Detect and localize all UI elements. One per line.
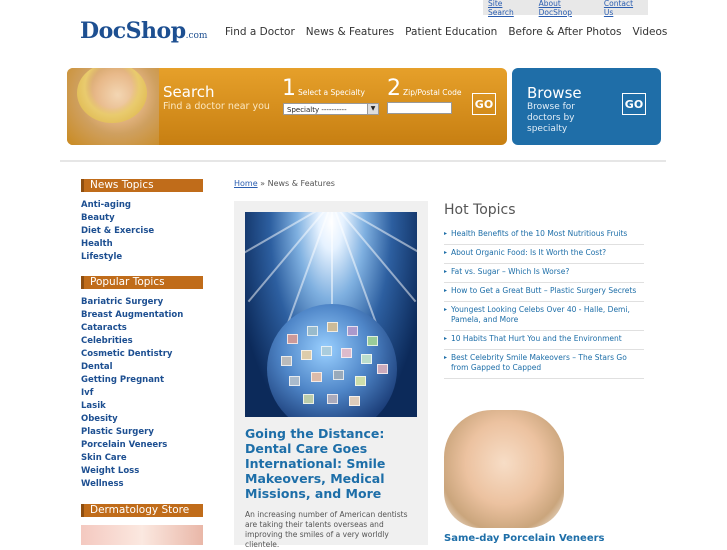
- popular-topic-link[interactable]: Dental: [81, 361, 183, 374]
- popular-topics-heading: Popular Topics: [81, 276, 203, 289]
- popular-topic-link[interactable]: Lasik: [81, 400, 183, 413]
- globe-photo: [349, 396, 360, 406]
- docshop-logo[interactable]: DocShop.com: [80, 18, 207, 44]
- site-search-link[interactable]: Site Search: [483, 0, 534, 17]
- search-banner: Search Find a doctor near you 1 Select a…: [67, 68, 507, 145]
- globe-photo: [333, 370, 344, 380]
- step-1-label: Select a Specialty: [298, 88, 365, 97]
- utility-bar: Site Search About DocShop Contact Us: [483, 0, 648, 17]
- hot-topic-link[interactable]: How to Get a Great Butt – Plastic Surger…: [444, 283, 644, 302]
- globe-icon: [267, 304, 397, 417]
- step-2-label: Zip/Postal Code: [403, 88, 462, 97]
- popular-topic-link[interactable]: Ivf: [81, 387, 183, 400]
- globe-photo: [307, 326, 318, 336]
- popular-topic-link[interactable]: Breast Augmentation: [81, 309, 183, 322]
- globe-photo: [289, 376, 300, 386]
- dermatology-store-heading[interactable]: Dermatology Store: [81, 504, 203, 517]
- popular-topic-link[interactable]: Bariatric Surgery: [81, 296, 183, 309]
- main-nav: Find a Doctor News & Features Patient Ed…: [225, 26, 678, 38]
- globe-photo: [361, 354, 372, 364]
- specialty-select-value: Specialty ----------: [287, 106, 347, 114]
- popular-topic-link[interactable]: Skin Care: [81, 452, 183, 465]
- browse-banner: Browse Browse for doctors by specialty G…: [512, 68, 661, 145]
- contact-us-link[interactable]: Contact Us: [599, 0, 648, 17]
- nav-news-features[interactable]: News & Features: [306, 26, 394, 38]
- hot-topic-link[interactable]: 10 Habits That Hurt You and the Environm…: [444, 331, 644, 350]
- chevron-down-icon: ▼: [367, 104, 378, 114]
- nav-before-after-photos[interactable]: Before & After Photos: [508, 26, 621, 38]
- popular-topic-link[interactable]: Celebrities: [81, 335, 183, 348]
- popular-topic-link[interactable]: Cosmetic Dentistry: [81, 348, 183, 361]
- news-topic-link[interactable]: Lifestyle: [81, 251, 154, 264]
- popular-topic-link[interactable]: Porcelain Veneers: [81, 439, 183, 452]
- feature-globe-image[interactable]: [245, 212, 417, 417]
- logo-suffix: .com: [185, 31, 208, 41]
- globe-photo: [377, 364, 388, 374]
- news-topic-link[interactable]: Beauty: [81, 212, 154, 225]
- popular-topic-link[interactable]: Wellness: [81, 478, 183, 491]
- step-2-number: 2: [387, 76, 401, 101]
- globe-photo: [355, 376, 366, 386]
- search-go-button[interactable]: GO: [472, 93, 496, 115]
- hot-topic-link[interactable]: Fat vs. Sugar – Which Is Worse?: [444, 264, 644, 283]
- browse-go-button[interactable]: GO: [622, 93, 646, 115]
- popular-topic-link[interactable]: Obesity: [81, 413, 183, 426]
- header-divider: [60, 160, 666, 162]
- popular-topics-list: Bariatric Surgery Breast Augmentation Ca…: [81, 296, 183, 491]
- nav-patient-education[interactable]: Patient Education: [405, 26, 497, 38]
- globe-photo: [327, 394, 338, 404]
- feature-headline-link[interactable]: Going the Distance: Dental Care Goes Int…: [245, 426, 420, 501]
- globe-photo: [327, 322, 338, 332]
- breadcrumb-home-link[interactable]: Home: [234, 179, 258, 188]
- news-topics-list: Anti-aging Beauty Diet & Exercise Health…: [81, 199, 154, 264]
- smile-promo-image[interactable]: [444, 410, 564, 528]
- browse-title: Browse: [527, 84, 582, 102]
- light-ray: [245, 212, 333, 268]
- veneers-promo-link[interactable]: Same-day Porcelain Veneers: [444, 533, 605, 544]
- logo-text: DocShop: [80, 18, 186, 44]
- news-topics-heading: News Topics: [81, 179, 203, 192]
- news-topic-link[interactable]: Anti-aging: [81, 199, 154, 212]
- globe-photo: [321, 346, 332, 356]
- woman-hair: [77, 68, 147, 123]
- hot-topics-list: Health Benefits of the 10 Most Nutritiou…: [444, 226, 644, 379]
- globe-photo: [367, 336, 378, 346]
- hot-topic-link[interactable]: Best Celebrity Smile Makeovers – The Sta…: [444, 350, 644, 379]
- hot-topic-link[interactable]: About Organic Food: Is It Worth the Cost…: [444, 245, 644, 264]
- news-topic-link[interactable]: Diet & Exercise: [81, 225, 154, 238]
- news-topic-link[interactable]: Health: [81, 238, 154, 251]
- hot-topic-link[interactable]: Youngest Looking Celebs Over 40 - Halle,…: [444, 302, 644, 331]
- breadcrumb-separator: »: [257, 179, 268, 188]
- specialty-select[interactable]: Specialty ---------- ▼: [283, 103, 379, 115]
- search-title: Search: [163, 83, 215, 101]
- globe-photo: [311, 372, 322, 382]
- breadcrumb: Home » News & Features: [234, 179, 335, 188]
- popular-topic-link[interactable]: Cataracts: [81, 322, 183, 335]
- search-subtitle: Find a doctor near you: [163, 101, 270, 112]
- globe-photo: [287, 334, 298, 344]
- dermatology-store-image[interactable]: [81, 525, 203, 545]
- woman-photo: [67, 68, 159, 145]
- hot-topics-heading: Hot Topics: [444, 202, 516, 218]
- globe-photo: [347, 326, 358, 336]
- nav-find-a-doctor[interactable]: Find a Doctor: [225, 26, 295, 38]
- nav-videos[interactable]: Videos: [633, 26, 668, 38]
- globe-photo: [281, 356, 292, 366]
- globe-photo: [341, 348, 352, 358]
- zip-input[interactable]: [387, 102, 452, 114]
- browse-subtitle: Browse for doctors by specialty: [527, 102, 576, 134]
- popular-topic-link[interactable]: Getting Pregnant: [81, 374, 183, 387]
- globe-photo: [303, 394, 314, 404]
- globe-photo: [301, 350, 312, 360]
- popular-topic-link[interactable]: Plastic Surgery: [81, 426, 183, 439]
- feature-description: An increasing number of American dentist…: [245, 510, 408, 549]
- breadcrumb-current: News & Features: [267, 179, 335, 188]
- popular-topic-link[interactable]: Weight Loss: [81, 465, 183, 478]
- about-docshop-link[interactable]: About DocShop: [534, 0, 599, 17]
- step-1-number: 1: [282, 76, 296, 101]
- hot-topic-link[interactable]: Health Benefits of the 10 Most Nutritiou…: [444, 226, 644, 245]
